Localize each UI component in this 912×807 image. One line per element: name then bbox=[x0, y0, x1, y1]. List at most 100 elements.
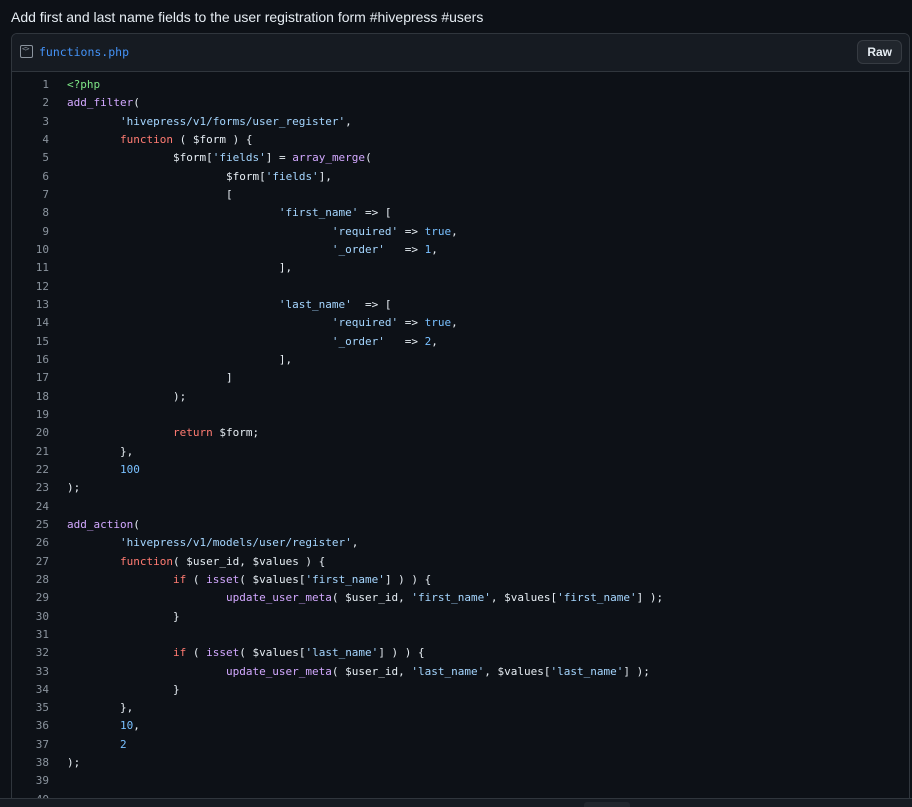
file-name-link[interactable]: functions.php bbox=[39, 44, 129, 60]
line-content: function ( $form ) { bbox=[119, 132, 253, 146]
line-number[interactable]: 33 bbox=[12, 663, 49, 681]
line-content: 'last_name' => [ bbox=[278, 297, 392, 311]
code-line: 14 'required' => true, bbox=[12, 314, 909, 332]
line-number[interactable]: 23 bbox=[12, 479, 49, 497]
line-number[interactable]: 14 bbox=[12, 314, 49, 332]
line-number[interactable]: 38 bbox=[12, 754, 49, 772]
line-number[interactable]: 11 bbox=[12, 259, 49, 277]
line-content: }, bbox=[67, 444, 134, 458]
code-line: 16 ], bbox=[12, 351, 909, 369]
line-content: [ bbox=[67, 187, 233, 201]
line-number[interactable]: 5 bbox=[12, 149, 49, 167]
code-line: 26 'hivepress/v1/models/user/register', bbox=[12, 534, 909, 552]
line-number[interactable]: 27 bbox=[12, 553, 49, 571]
code-line: 6 $form['fields'], bbox=[12, 168, 909, 186]
code-line: 34 } bbox=[12, 681, 909, 699]
line-number[interactable]: 28 bbox=[12, 571, 49, 589]
line-number[interactable]: 26 bbox=[12, 534, 49, 552]
line-number[interactable]: 20 bbox=[12, 424, 49, 442]
line-number[interactable]: 17 bbox=[12, 369, 49, 387]
code-line: 18 ); bbox=[12, 388, 909, 406]
line-content: ] bbox=[67, 371, 233, 385]
code-line: 31 bbox=[12, 626, 909, 644]
scrollbar-thumb[interactable] bbox=[584, 802, 630, 807]
code-line: 10 '_order' => 1, bbox=[12, 241, 909, 259]
line-number[interactable]: 7 bbox=[12, 186, 49, 204]
code-line: 28 if ( isset( $values['first_name'] ) )… bbox=[12, 571, 909, 589]
code-line: 4 function ( $form ) { bbox=[12, 131, 909, 149]
code-line: 17 ] bbox=[12, 369, 909, 387]
line-number[interactable]: 29 bbox=[12, 589, 49, 607]
line-number[interactable]: 25 bbox=[12, 516, 49, 534]
code-line: 3 'hivepress/v1/forms/user_register', bbox=[12, 113, 909, 131]
raw-button[interactable]: Raw bbox=[857, 40, 902, 64]
line-number[interactable]: 30 bbox=[12, 608, 49, 626]
line-number[interactable]: 32 bbox=[12, 644, 49, 662]
line-content: <?php bbox=[67, 78, 101, 91]
line-number[interactable]: 21 bbox=[12, 443, 49, 461]
line-content: } bbox=[67, 682, 180, 696]
horizontal-scrollbar[interactable] bbox=[0, 798, 912, 807]
line-number[interactable]: 4 bbox=[12, 131, 49, 149]
line-content: 100 bbox=[119, 462, 140, 476]
code-line: 37 2 bbox=[12, 736, 909, 754]
line-number[interactable]: 15 bbox=[12, 333, 49, 351]
line-content: 'hivepress/v1/models/user/register', bbox=[119, 536, 359, 550]
gist-title: Add first and last name fields to the us… bbox=[11, 9, 484, 25]
line-number[interactable]: 18 bbox=[12, 388, 49, 406]
line-content: function( $user_id, $values ) { bbox=[119, 554, 326, 568]
line-content: update_user_meta( $user_id, 'first_name'… bbox=[225, 591, 664, 605]
code-line: 23); bbox=[12, 479, 909, 497]
code-line: 36 10, bbox=[12, 717, 909, 735]
line-number[interactable]: 10 bbox=[12, 241, 49, 259]
code-line: 30 } bbox=[12, 608, 909, 626]
line-number[interactable]: 39 bbox=[12, 772, 49, 790]
line-number[interactable]: 8 bbox=[12, 204, 49, 222]
code-line: 24 bbox=[12, 498, 909, 516]
line-content: $form['fields'] = array_merge( bbox=[172, 151, 372, 165]
line-content: 10, bbox=[119, 719, 140, 733]
line-number[interactable]: 9 bbox=[12, 223, 49, 241]
code-line: 29 update_user_meta( $user_id, 'first_na… bbox=[12, 589, 909, 607]
line-number[interactable]: 24 bbox=[12, 498, 49, 516]
line-content: ); bbox=[67, 389, 187, 403]
code-square-icon bbox=[20, 45, 33, 58]
line-number[interactable]: 16 bbox=[12, 351, 49, 369]
line-number[interactable]: 1 bbox=[12, 76, 49, 94]
line-number[interactable]: 22 bbox=[12, 461, 49, 479]
line-content: '_order' => 2, bbox=[331, 334, 438, 348]
line-content: add_filter( bbox=[67, 96, 140, 110]
line-number[interactable]: 35 bbox=[12, 699, 49, 717]
code-line: 27 function( $user_id, $values ) { bbox=[12, 553, 909, 571]
line-content: 'hivepress/v1/forms/user_register', bbox=[119, 114, 352, 128]
code-line: 2 add_filter( bbox=[12, 94, 909, 112]
code-line: 1 <?php bbox=[12, 76, 909, 94]
code-line: 7 [ bbox=[12, 186, 909, 204]
code-line: 38); bbox=[12, 754, 909, 772]
code-line: 8 'first_name' => [ bbox=[12, 204, 909, 222]
code-line: 22 100 bbox=[12, 461, 909, 479]
code-line: 5 $form['fields'] = array_merge( bbox=[12, 149, 909, 167]
line-number[interactable]: 19 bbox=[12, 406, 49, 424]
line-number[interactable]: 13 bbox=[12, 296, 49, 314]
line-number[interactable]: 12 bbox=[12, 278, 49, 296]
line-content: 2 bbox=[119, 737, 127, 751]
line-content: ], bbox=[67, 261, 293, 275]
line-content: 'required' => true, bbox=[331, 224, 458, 238]
line-number[interactable]: 37 bbox=[12, 736, 49, 754]
code-line: 39 bbox=[12, 772, 909, 790]
line-number[interactable]: 31 bbox=[12, 626, 49, 644]
code-line: 12 bbox=[12, 278, 909, 296]
line-content: $form['fields'], bbox=[225, 169, 332, 183]
line-number[interactable]: 36 bbox=[12, 717, 49, 735]
file-box: functions.php Raw 1 <?php 2 add_filter( 3 'h… bbox=[11, 33, 910, 807]
line-number[interactable]: 6 bbox=[12, 168, 49, 186]
line-content: '_order' => 1, bbox=[331, 242, 438, 256]
line-number[interactable]: 2 bbox=[12, 94, 49, 112]
line-content: add_action( bbox=[67, 517, 140, 531]
gist-page: Add first and last name fields to the us… bbox=[0, 0, 912, 807]
code-line: 15 '_order' => 2, bbox=[12, 333, 909, 351]
code-line: 25 add_action( bbox=[12, 516, 909, 534]
line-number[interactable]: 3 bbox=[12, 113, 49, 131]
line-number[interactable]: 34 bbox=[12, 681, 49, 699]
